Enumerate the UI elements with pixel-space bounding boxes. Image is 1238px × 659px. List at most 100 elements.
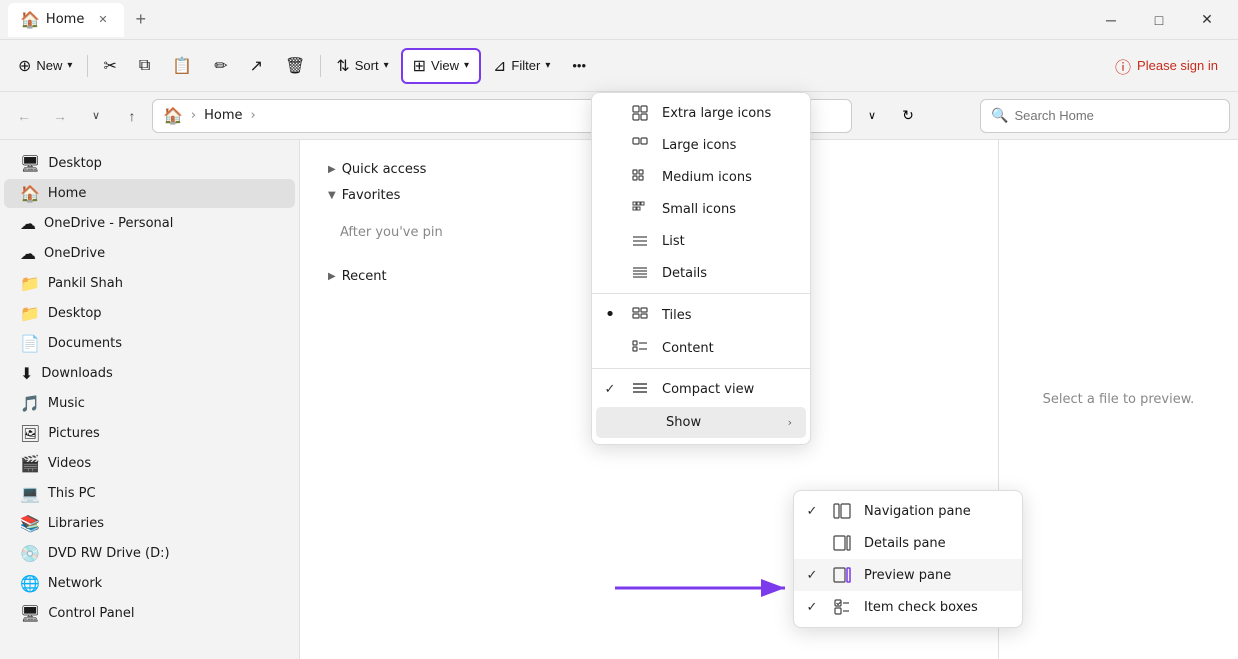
dropdown-item-list[interactable]: List	[592, 225, 810, 257]
preview-pane-label: Preview pane	[864, 568, 1008, 583]
forward-button[interactable]: →	[44, 100, 76, 132]
rename-button[interactable]: ✏	[204, 48, 237, 84]
view-icon: ⊞	[413, 56, 426, 76]
tab-close-button[interactable]: ✕	[94, 11, 111, 28]
sidebar-dvd-icon: 💿	[20, 544, 40, 563]
refresh-button[interactable]: ↻	[892, 100, 924, 132]
dropdown-item-large-icons[interactable]: Large icons	[592, 129, 810, 161]
dropdown-item-extra-large-icons[interactable]: Extra large icons	[592, 97, 810, 129]
sidebar-item-dvd[interactable]: 💿 DVD RW Drive (D:)	[4, 539, 295, 568]
sidebar-desktop-icon: 🖥	[20, 154, 40, 173]
filter-button[interactable]: ⊿ Filter ▾	[483, 48, 560, 84]
item-check-boxes-label: Item check boxes	[864, 600, 1008, 615]
search-box[interactable]: 🔍	[980, 99, 1230, 133]
dropdown-item-content[interactable]: Content	[592, 332, 810, 364]
sidebar-item-desktop[interactable]: 🖥 Desktop	[4, 149, 295, 178]
close-button[interactable]: ✕	[1184, 4, 1230, 36]
submenu-navigation-pane[interactable]: ✓ Navigation pane	[794, 495, 1022, 527]
sidebar-item-onedrive[interactable]: ☁ OneDrive	[4, 239, 295, 268]
sidebar-item-documents[interactable]: 📄 Documents	[4, 329, 295, 358]
item-check-boxes-check: ✓	[804, 600, 820, 615]
dropdown-item-tiles[interactable]: • Tiles	[592, 298, 810, 332]
sidebar-pictures-label: Pictures	[48, 426, 99, 441]
sort-dropdown-icon: ▾	[384, 60, 389, 71]
sort-button[interactable]: ⇅ Sort ▾	[326, 48, 398, 84]
sidebar-item-desktop2[interactable]: 📁 Desktop	[4, 299, 295, 328]
sidebar-pankil-label: Pankil Shah	[48, 276, 123, 291]
new-button[interactable]: ⊕ New ▾	[8, 48, 82, 84]
tiles-icon	[630, 307, 650, 323]
tab-home-icon: 🏠	[20, 10, 40, 29]
sidebar-dvd-label: DVD RW Drive (D:)	[48, 546, 170, 561]
favorites-arrow: ▼	[328, 190, 336, 201]
recent-locations-button[interactable]: ∨	[80, 100, 112, 132]
dropdown-item-medium-icons[interactable]: Medium icons	[592, 161, 810, 193]
copy-button[interactable]: ⧉	[129, 48, 160, 84]
path-sep-2: ›	[251, 108, 256, 123]
tab-home[interactable]: 🏠 Home ✕	[8, 3, 124, 37]
submenu-details-pane[interactable]: Details pane	[794, 527, 1022, 559]
maximize-button[interactable]: □	[1136, 4, 1182, 36]
sidebar-this-pc-label: This PC	[48, 486, 96, 501]
sidebar-item-libraries[interactable]: 📚 Libraries	[4, 509, 295, 538]
sidebar-item-downloads[interactable]: ⬇ Downloads	[4, 359, 295, 388]
back-button[interactable]: ←	[8, 100, 40, 132]
dropdown-item-show[interactable]: Show ›	[596, 407, 806, 438]
sidebar-videos-icon: 🎬	[20, 454, 40, 473]
sidebar-music-label: Music	[48, 396, 85, 411]
sidebar-item-music[interactable]: 🎵 Music	[4, 389, 295, 418]
sidebar-home-label: Home	[48, 186, 86, 201]
new-tab-button[interactable]: +	[128, 5, 155, 34]
delete-button[interactable]: 🗑	[275, 48, 315, 84]
view-label: View	[431, 58, 459, 73]
sidebar-home-icon: 🏠	[20, 184, 40, 203]
large-icons-label: Large icons	[662, 138, 796, 153]
sidebar-item-this-pc[interactable]: 💻 This PC	[4, 479, 295, 508]
sidebar-item-control-panel[interactable]: 🖥 Control Panel	[4, 599, 295, 628]
sidebar-item-network[interactable]: 🌐 Network	[4, 569, 295, 598]
more-button[interactable]: •••	[562, 48, 596, 84]
sidebar-item-pankil-shah[interactable]: 📁 Pankil Shah	[4, 269, 295, 298]
share-button[interactable]: ↗	[240, 48, 273, 84]
quick-access-arrow: ▶	[328, 164, 336, 175]
address-dropdown-button[interactable]: ∨	[856, 100, 888, 132]
sidebar-network-label: Network	[48, 576, 102, 591]
submenu-item-check-boxes[interactable]: ✓ Item check boxes	[794, 591, 1022, 623]
sidebar-libraries-icon: 📚	[20, 514, 40, 533]
sidebar-item-onedrive-personal[interactable]: ☁ OneDrive - Personal	[4, 209, 295, 238]
submenu-preview-pane[interactable]: ✓ Preview pane	[794, 559, 1022, 591]
view-button[interactable]: ⊞ View ▾	[401, 48, 481, 84]
paste-button[interactable]: 📋	[162, 48, 202, 84]
sidebar-item-videos[interactable]: 🎬 Videos	[4, 449, 295, 478]
sidebar-item-home[interactable]: 🏠 Home	[4, 179, 295, 208]
details-pane-label: Details pane	[864, 536, 1008, 551]
minimize-button[interactable]: ─	[1088, 4, 1134, 36]
dropdown-item-small-icons[interactable]: Small icons	[592, 193, 810, 225]
sidebar-pictures-icon: 🖼	[20, 424, 40, 443]
medium-icons-label: Medium icons	[662, 170, 796, 185]
cut-button[interactable]: ✂	[93, 48, 126, 84]
list-label: List	[662, 234, 796, 249]
content-icon	[630, 340, 650, 356]
tab-area: 🏠 Home ✕ +	[8, 3, 1088, 37]
sidebar-onedrive-personal-icon: ☁	[20, 214, 36, 233]
tab-home-label: Home	[46, 12, 84, 27]
show-submenu: ✓ Navigation pane Details pane ✓ Preview…	[793, 490, 1023, 628]
sign-in-button[interactable]: ⓘ Please sign in	[1103, 48, 1230, 84]
tiles-label: Tiles	[662, 308, 796, 323]
sign-in-icon: ⓘ	[1115, 54, 1131, 78]
more-icon: •••	[572, 58, 586, 73]
delete-icon: 🗑	[285, 56, 305, 76]
up-button[interactable]: ↑	[116, 100, 148, 132]
sidebar-item-pictures[interactable]: 🖼 Pictures	[4, 419, 295, 448]
cut-icon: ✂	[103, 56, 116, 76]
view-dropdown-icon: ▾	[464, 60, 469, 71]
dropdown-item-compact-view[interactable]: ✓ Compact view	[592, 373, 810, 405]
sign-in-label: Please sign in	[1137, 58, 1218, 73]
dropdown-item-details[interactable]: Details	[592, 257, 810, 289]
search-input[interactable]	[1014, 108, 1219, 123]
sidebar-music-icon: 🎵	[20, 394, 40, 413]
filter-dropdown-icon: ▾	[545, 60, 550, 71]
search-icon: 🔍	[991, 108, 1008, 124]
sidebar-this-pc-icon: 💻	[20, 484, 40, 503]
